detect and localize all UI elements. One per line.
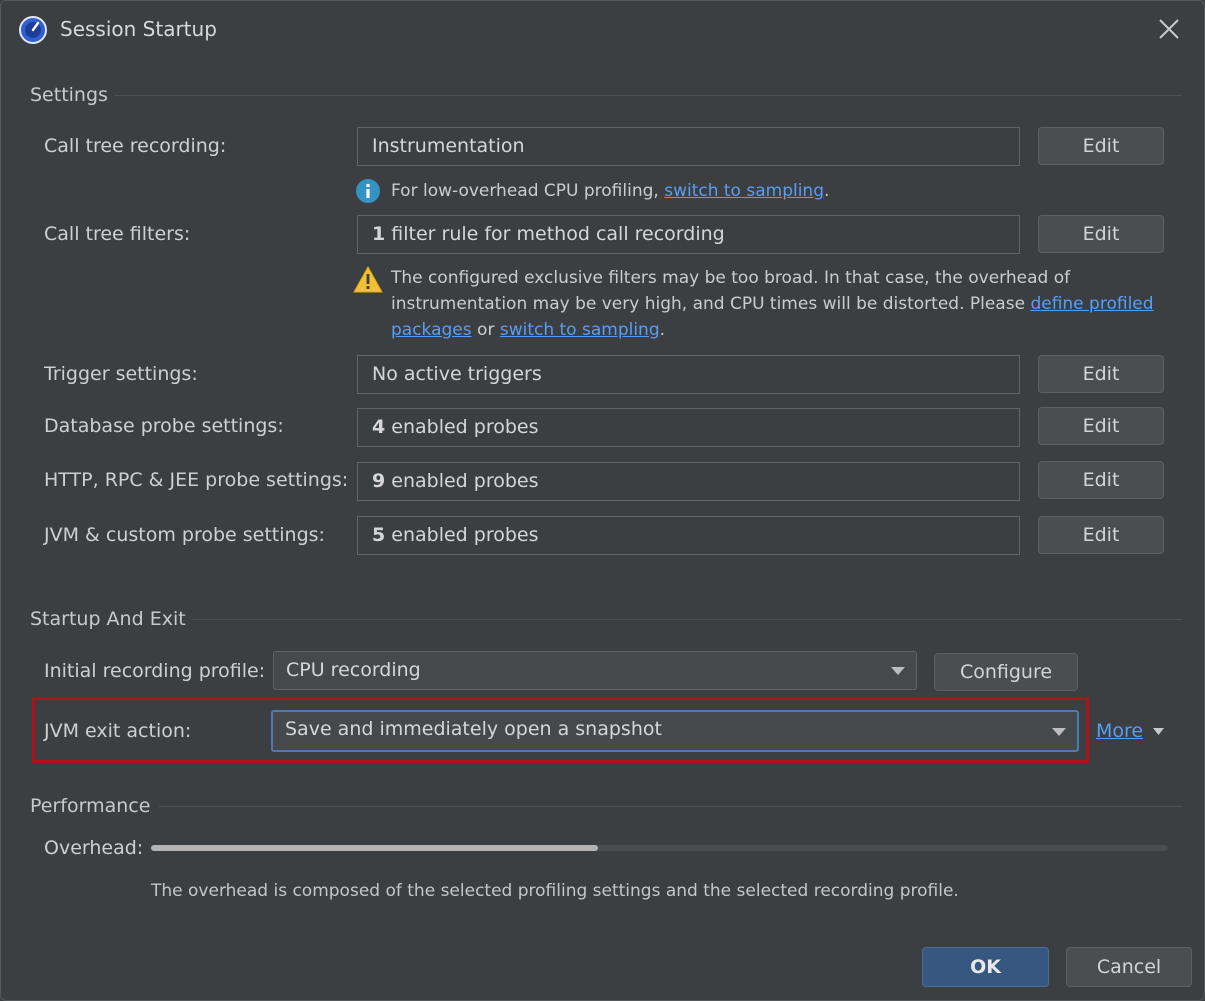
performance-section-title: Performance xyxy=(30,795,151,817)
initial-recording-profile-label: Initial recording profile: xyxy=(44,660,266,682)
call-tree-filters-edit-button[interactable]: Edit xyxy=(1038,215,1164,253)
close-icon[interactable] xyxy=(1153,13,1185,45)
chevron-down-icon xyxy=(1052,728,1066,736)
settings-divider xyxy=(115,95,1182,96)
call-tree-recording-field: Instrumentation xyxy=(357,127,1020,166)
caret-down-icon xyxy=(1153,728,1165,735)
info-icon xyxy=(356,179,380,203)
overhead-bar-fill xyxy=(151,845,599,851)
warning-icon xyxy=(353,266,383,293)
sampling-hint-suffix: . xyxy=(824,181,830,201)
ok-button[interactable]: OK xyxy=(922,947,1049,987)
http-probe-edit-button[interactable]: Edit xyxy=(1038,461,1164,499)
title-bar: Session Startup xyxy=(1,1,1204,57)
more-link[interactable]: More xyxy=(1096,720,1143,742)
settings-section-title: Settings xyxy=(30,84,108,106)
jvm-custom-probe-count: 5 xyxy=(372,524,386,546)
http-probe-value: enabled probes xyxy=(385,470,539,492)
call-tree-filters-field: 1 filter rule for method call recording xyxy=(357,215,1020,254)
database-probe-value: enabled probes xyxy=(385,416,539,438)
trigger-settings-value: No active triggers xyxy=(372,363,542,385)
call-tree-recording-edit-button[interactable]: Edit xyxy=(1038,127,1164,165)
filter-count: 1 xyxy=(372,223,386,245)
overhead-description: The overhead is composed of the selected… xyxy=(151,881,959,901)
warning-or: or xyxy=(471,320,500,340)
switch-to-sampling-link[interactable]: switch to sampling xyxy=(664,181,824,201)
configure-button[interactable]: Configure xyxy=(934,653,1078,691)
sampling-hint: For low-overhead CPU profiling, switch t… xyxy=(391,178,829,204)
trigger-settings-field: No active triggers xyxy=(357,355,1020,394)
window-title: Session Startup xyxy=(60,17,217,41)
http-probe-count: 9 xyxy=(372,470,386,492)
call-tree-filters-label: Call tree filters: xyxy=(44,223,191,245)
database-probe-label: Database probe settings: xyxy=(44,415,284,437)
overhead-label: Overhead: xyxy=(44,837,144,859)
trigger-settings-edit-button[interactable]: Edit xyxy=(1038,355,1164,393)
warning-line-3: packages or switch to sampling. xyxy=(391,317,1181,343)
database-probe-field: 4 enabled probes xyxy=(357,408,1020,447)
warning-switch-to-sampling-link[interactable]: switch to sampling xyxy=(500,320,660,340)
jvm-custom-probe-value: enabled probes xyxy=(385,524,539,546)
overhead-bar xyxy=(151,845,1168,851)
http-probe-label: HTTP, RPC & JEE probe settings: xyxy=(44,469,349,491)
warning-suffix: . xyxy=(659,320,666,340)
warning-line-2: instrumentation may be very high, and CP… xyxy=(391,291,1181,317)
startup-exit-divider xyxy=(192,619,1182,620)
session-startup-dialog: Session Startup Settings Call tree recor… xyxy=(0,0,1205,1001)
jvm-exit-action-label: JVM exit action: xyxy=(44,720,192,742)
define-profiled-packages-link-part2[interactable]: packages xyxy=(391,320,472,340)
profiler-app-icon xyxy=(19,16,47,44)
cancel-button[interactable]: Cancel xyxy=(1066,947,1192,987)
initial-recording-profile-value: CPU recording xyxy=(286,659,421,681)
jvm-exit-action-value: Save and immediately open a snapshot xyxy=(285,718,662,740)
more-menu[interactable]: More xyxy=(1096,720,1165,742)
http-probe-field: 9 enabled probes xyxy=(357,462,1020,501)
jvm-custom-probe-label: JVM & custom probe settings: xyxy=(44,524,325,546)
database-probe-count: 4 xyxy=(372,416,386,438)
sampling-hint-text: For low-overhead CPU profiling, xyxy=(391,181,665,201)
call-tree-recording-value: Instrumentation xyxy=(372,135,525,157)
initial-recording-profile-dropdown[interactable]: CPU recording xyxy=(273,651,917,690)
performance-divider xyxy=(159,806,1182,807)
jvm-exit-action-dropdown[interactable]: Save and immediately open a snapshot xyxy=(271,710,1079,752)
startup-exit-section-title: Startup And Exit xyxy=(30,608,186,630)
jvm-custom-probe-field: 5 enabled probes xyxy=(357,516,1020,555)
filter-warning: The configured exclusive filters may be … xyxy=(391,265,1181,343)
warning-line-1: The configured exclusive filters may be … xyxy=(391,268,1071,288)
jvm-custom-probe-edit-button[interactable]: Edit xyxy=(1038,516,1164,554)
call-tree-recording-label: Call tree recording: xyxy=(44,135,227,157)
database-probe-edit-button[interactable]: Edit xyxy=(1038,407,1164,445)
call-tree-filters-value: filter rule for method call recording xyxy=(385,223,725,245)
trigger-settings-label: Trigger settings: xyxy=(44,363,198,385)
warning-line-2-text: instrumentation may be very high, and CP… xyxy=(391,294,1031,314)
define-profiled-packages-link-part1[interactable]: define profiled xyxy=(1030,294,1153,314)
chevron-down-icon xyxy=(891,667,905,675)
